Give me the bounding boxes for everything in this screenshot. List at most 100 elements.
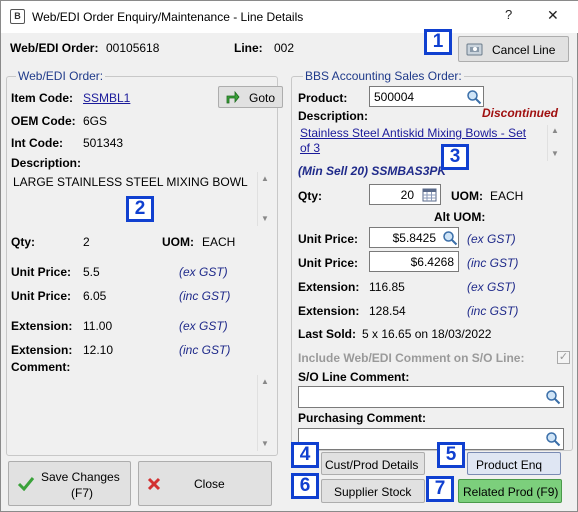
related-prod-button[interactable]: Related Prod (F9) <box>458 479 562 503</box>
unit-price-inc-input[interactable]: $6.4268 <box>369 251 459 272</box>
right-uom-value: EACH <box>490 189 524 203</box>
save-changes-label: Save Changes <box>41 470 120 484</box>
right-description-box[interactable]: Stainless Steel Antiskid Mixing Bowls - … <box>298 125 562 161</box>
left-group-title: Web/EDI Order: <box>16 69 106 83</box>
left-extension-note-1: (ex GST) <box>179 319 228 333</box>
discontinued-label: Discontinued <box>482 106 559 120</box>
marker-1: 1 <box>424 29 452 55</box>
save-changes-shortcut: (F7) <box>71 486 93 500</box>
min-sell-text: (Min Sell 20) SSMBAS3PK <box>298 164 447 178</box>
right-extension-value-1: 116.85 <box>369 280 405 294</box>
save-changes-button[interactable]: Save Changes (F7) <box>8 461 131 506</box>
unit-price-ex-input[interactable]: $5.8425 <box>369 227 459 248</box>
right-unit-price-value-2: $6.4268 <box>410 255 454 269</box>
purchasing-comment-label: Purchasing Comment: <box>298 411 427 425</box>
comment-scrollbar[interactable]: ▲ ▼ <box>257 375 272 451</box>
close-button[interactable]: Close <box>138 461 272 506</box>
last-sold-value: 5 x 16.65 on 18/03/2022 <box>362 327 492 341</box>
left-unit-price-label-2: Unit Price: <box>11 289 72 303</box>
left-qty-label: Qty: <box>11 235 35 249</box>
right-unit-price-label-1: Unit Price: <box>298 232 359 246</box>
magnifier-icon[interactable] <box>466 89 482 105</box>
app-icon: B <box>10 9 25 24</box>
cancel-line-icon <box>466 43 483 56</box>
right-extension-value-2: 128.54 <box>369 304 406 318</box>
left-extension-value-1: 11.00 <box>83 319 113 333</box>
alt-uom-label: Alt UOM: <box>434 210 486 224</box>
help-button[interactable]: ? <box>505 7 512 22</box>
left-uom-value: EACH <box>202 235 236 249</box>
item-code-label: Item Code: <box>11 91 74 105</box>
left-extension-label-2: Extension: <box>11 343 73 357</box>
order-value: 00105618 <box>106 41 160 55</box>
goto-button[interactable]: Goto <box>218 86 283 108</box>
supplier-stock-label: Supplier Stock <box>334 485 412 499</box>
marker-6: 6 <box>291 473 319 499</box>
purchasing-comment-input[interactable] <box>298 428 564 450</box>
right-description-label: Description: <box>298 109 369 123</box>
right-extension-label-1: Extension: <box>298 280 360 294</box>
marker-5: 5 <box>437 442 465 468</box>
product-label: Product: <box>298 91 348 105</box>
magnifier-icon[interactable] <box>545 431 561 447</box>
marker-4: 4 <box>291 442 319 468</box>
item-code-link[interactable]: SSMBL1 <box>83 91 130 105</box>
product-input[interactable]: 500004 <box>369 86 484 107</box>
left-unit-price-note-1: (ex GST) <box>179 265 228 279</box>
marker-3: 3 <box>441 144 469 170</box>
related-prod-label: Related Prod (F9) <box>463 485 559 499</box>
left-unit-price-value-1: 5.5 <box>83 265 100 279</box>
left-uom-label: UOM: <box>162 235 194 249</box>
product-enq-button[interactable]: Product Enq <box>467 452 561 475</box>
right-unit-price-note-1: (ex GST) <box>467 232 516 246</box>
dialog-window: B Web/EDI Order Enquiry/Maintenance - Li… <box>0 0 578 512</box>
window-title: Web/EDI Order Enquiry/Maintenance - Line… <box>32 10 304 24</box>
product-value: 500004 <box>374 90 415 104</box>
right-qty-label: Qty: <box>298 189 322 203</box>
right-extension-label-2: Extension: <box>298 304 360 318</box>
right-uom-label: UOM: <box>451 189 483 203</box>
left-unit-price-note-2: (inc GST) <box>179 289 231 303</box>
marker-2: 2 <box>126 196 154 222</box>
right-unit-price-value-1: $5.8425 <box>392 231 436 245</box>
left-extension-value-2: 12.10 <box>83 343 114 357</box>
supplier-stock-button[interactable]: Supplier Stock <box>321 479 425 503</box>
left-extension-label-1: Extension: <box>11 319 73 333</box>
magnifier-icon[interactable] <box>442 230 458 246</box>
description-scrollbar[interactable]: ▲ ▼ <box>257 172 272 226</box>
close-label: Close <box>194 477 225 491</box>
include-comment-label: Include Web/EDI Comment on S/O Line: <box>298 351 525 365</box>
right-group-title: BBS Accounting Sales Order: <box>303 69 464 83</box>
left-description-text: LARGE STAINLESS STEEL MIXING BOWL <box>13 175 248 189</box>
oem-code-value: 6GS <box>83 114 108 128</box>
cust-prod-details-label: Cust/Prod Details <box>325 458 419 472</box>
cust-prod-details-button[interactable]: Cust/Prod Details <box>321 452 425 475</box>
product-enq-label: Product Enq <box>476 458 543 472</box>
red-x-icon <box>147 477 161 491</box>
right-extension-note-1: (ex GST) <box>467 280 516 294</box>
right-unit-price-label-2: Unit Price: <box>298 256 359 270</box>
left-unit-price-label-1: Unit Price: <box>11 265 72 279</box>
magnifier-icon[interactable] <box>545 389 561 405</box>
oem-code-label: OEM Code: <box>11 114 76 128</box>
checkmark-icon <box>17 477 35 491</box>
last-sold-label: Last Sold: <box>298 327 357 341</box>
qty-input[interactable]: 20 <box>369 184 441 205</box>
right-description-line-2[interactable]: of 3 <box>300 141 320 155</box>
right-unit-price-note-2: (inc GST) <box>467 256 519 270</box>
so-line-comment-input[interactable] <box>298 386 564 408</box>
close-window-button[interactable]: ✕ <box>547 7 559 24</box>
qty-value: 20 <box>400 188 414 202</box>
so-line-comment-label: S/O Line Comment: <box>298 370 410 384</box>
right-description-line-1[interactable]: Stainless Steel Antiskid Mixing Bowls - … <box>300 126 526 140</box>
comment-box[interactable]: ▲ ▼ <box>10 375 272 451</box>
line-label: Line: <box>234 41 263 55</box>
comment-label: Comment: <box>11 360 71 374</box>
title-bar: B Web/EDI Order Enquiry/Maintenance - Li… <box>1 1 578 33</box>
cancel-line-button[interactable]: Cancel Line <box>458 36 569 62</box>
calendar-icon[interactable] <box>422 187 437 202</box>
order-label: Web/EDI Order: <box>10 41 99 55</box>
left-qty-value: 2 <box>83 235 90 249</box>
right-description-scrollbar[interactable]: ▲ ▼ <box>547 125 562 161</box>
include-comment-checkbox[interactable]: ✓ <box>557 351 570 364</box>
